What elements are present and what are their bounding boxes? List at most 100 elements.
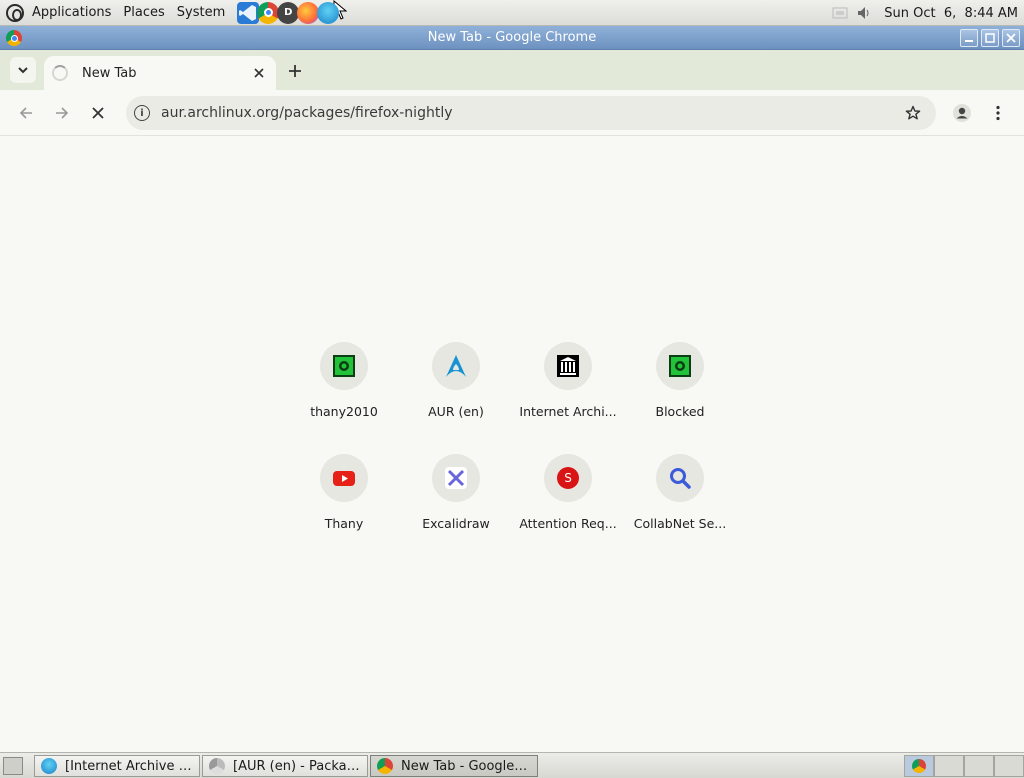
site-favicon bbox=[320, 454, 368, 502]
chrome-dev-launcher-icon[interactable]: D bbox=[277, 1, 300, 24]
most-visited-grid: thany2010 AUR (en) Internet Archi... Blo… bbox=[288, 342, 736, 566]
back-button[interactable] bbox=[12, 99, 40, 127]
shortcut-label: thany2010 bbox=[310, 404, 378, 419]
stop-loading-button[interactable] bbox=[84, 99, 112, 127]
url-text[interactable]: aur.archlinux.org/packages/firefox-night… bbox=[161, 105, 900, 121]
red-s-icon: S bbox=[557, 467, 579, 489]
chrome-app-icon bbox=[209, 758, 225, 774]
site-favicon bbox=[544, 342, 592, 390]
gnome-foot-icon[interactable] bbox=[6, 3, 24, 22]
top-panel: Applications Places System D Sun Oct 6, … bbox=[0, 0, 1024, 26]
address-bar[interactable]: i aur.archlinux.org/packages/firefox-nig… bbox=[126, 96, 936, 130]
three-dots-vertical-icon bbox=[996, 105, 1000, 121]
chrome-launcher-icon[interactable] bbox=[257, 1, 280, 24]
panel-clock[interactable]: Sun Oct 6, 8:44 AM bbox=[876, 6, 1024, 21]
shortcut-label: AUR (en) bbox=[428, 404, 484, 419]
chrome-window-icon bbox=[6, 30, 22, 46]
edge-dev-launcher-icon[interactable] bbox=[317, 1, 340, 24]
show-desktop-button[interactable] bbox=[3, 757, 23, 775]
account-icon bbox=[953, 104, 971, 122]
system-menu[interactable]: System bbox=[171, 0, 231, 26]
chrome-app-icon bbox=[912, 759, 926, 773]
arrow-right-icon bbox=[56, 107, 69, 119]
close-icon bbox=[92, 107, 104, 119]
close-icon bbox=[1006, 33, 1016, 43]
tab-strip: New Tab bbox=[0, 50, 1024, 90]
new-tab-button[interactable] bbox=[282, 58, 308, 84]
green-square-icon bbox=[669, 355, 691, 377]
launcher-bar: D bbox=[237, 0, 348, 24]
workspace-3[interactable] bbox=[964, 755, 994, 777]
close-icon bbox=[254, 68, 264, 78]
firefox-launcher-icon[interactable] bbox=[297, 1, 320, 24]
browser-toolbar: i aur.archlinux.org/packages/firefox-nig… bbox=[0, 90, 1024, 136]
green-square-icon bbox=[333, 355, 355, 377]
taskbar-window-title: [Internet Archive Bl... bbox=[65, 758, 193, 774]
network-icon[interactable] bbox=[831, 4, 849, 22]
panel-tray: Sun Oct 6, 8:44 AM bbox=[828, 0, 1024, 26]
tab-title: New Tab bbox=[82, 65, 137, 81]
workspace-4[interactable] bbox=[994, 755, 1024, 777]
forward-button[interactable] bbox=[48, 99, 76, 127]
tab-new-tab[interactable]: New Tab bbox=[44, 56, 276, 90]
site-favicon: S bbox=[544, 454, 592, 502]
site-info-icon[interactable]: i bbox=[134, 105, 150, 121]
chrome-app-icon bbox=[377, 758, 393, 774]
window-titlebar[interactable]: New Tab - Google Chrome bbox=[0, 26, 1024, 50]
tab-search-button[interactable] bbox=[10, 57, 36, 83]
workspace-2[interactable] bbox=[934, 755, 964, 777]
arrow-left-icon bbox=[19, 107, 32, 119]
shortcut-tile[interactable]: CollabNet Se... bbox=[624, 454, 736, 566]
shortcut-tile[interactable]: thany2010 bbox=[288, 342, 400, 454]
window-title: New Tab - Google Chrome bbox=[427, 30, 597, 45]
loading-spinner-icon bbox=[52, 65, 68, 81]
places-menu[interactable]: Places bbox=[117, 0, 170, 26]
shortcut-label: Blocked bbox=[655, 404, 705, 419]
volume-icon[interactable] bbox=[855, 4, 873, 22]
excalidraw-icon bbox=[445, 467, 467, 489]
close-window-button[interactable] bbox=[1002, 29, 1020, 47]
site-favicon bbox=[432, 342, 480, 390]
site-favicon bbox=[656, 342, 704, 390]
edge-app-icon bbox=[41, 758, 57, 774]
vscode-launcher-icon[interactable] bbox=[237, 1, 260, 24]
shortcut-label: Thany bbox=[324, 516, 364, 531]
minimize-button[interactable] bbox=[960, 29, 978, 47]
taskbar-window-title: [AUR (en) - Package... bbox=[233, 758, 361, 774]
shortcut-tile[interactable]: S Attention Req... bbox=[512, 454, 624, 566]
taskbar-window-title: New Tab - Google C... bbox=[401, 758, 531, 774]
shortcut-label: Excalidraw bbox=[422, 516, 490, 531]
site-favicon bbox=[432, 454, 480, 502]
workspace-1[interactable] bbox=[904, 755, 934, 777]
minimize-icon bbox=[965, 40, 973, 42]
shortcut-label: Internet Archi... bbox=[519, 404, 617, 419]
shortcut-tile[interactable]: AUR (en) bbox=[400, 342, 512, 454]
shortcut-tile[interactable]: Thany bbox=[288, 454, 400, 566]
taskbar-window-button-active[interactable]: New Tab - Google C... bbox=[370, 755, 538, 777]
workspace-switcher bbox=[904, 755, 1024, 777]
shortcut-tile[interactable]: Excalidraw bbox=[400, 454, 512, 566]
tab-close-button[interactable] bbox=[250, 64, 268, 82]
arch-logo-icon bbox=[446, 355, 466, 377]
svg-text:S: S bbox=[564, 471, 572, 485]
applications-menu[interactable]: Applications bbox=[26, 0, 117, 26]
shortcut-tile[interactable]: Blocked bbox=[624, 342, 736, 454]
new-tab-page: thany2010 AUR (en) Internet Archi... Blo… bbox=[0, 136, 1024, 752]
magnifier-icon bbox=[670, 468, 691, 489]
star-icon bbox=[905, 105, 921, 120]
plus-icon bbox=[289, 65, 301, 77]
bottom-panel: [Internet Archive Bl... [AUR (en) - Pack… bbox=[0, 752, 1024, 778]
shortcut-label: CollabNet Se... bbox=[633, 516, 727, 531]
maximize-icon bbox=[985, 33, 995, 43]
site-favicon bbox=[656, 454, 704, 502]
bookmark-star-button[interactable] bbox=[900, 100, 926, 126]
museum-icon bbox=[557, 355, 579, 377]
chrome-menu-button[interactable] bbox=[984, 99, 1012, 127]
profile-button[interactable] bbox=[948, 99, 976, 127]
site-favicon bbox=[320, 342, 368, 390]
maximize-button[interactable] bbox=[981, 29, 999, 47]
chevron-down-icon bbox=[18, 67, 28, 74]
shortcut-tile[interactable]: Internet Archi... bbox=[512, 342, 624, 454]
taskbar-window-button[interactable]: [AUR (en) - Package... bbox=[202, 755, 368, 777]
taskbar-window-button[interactable]: [Internet Archive Bl... bbox=[34, 755, 200, 777]
